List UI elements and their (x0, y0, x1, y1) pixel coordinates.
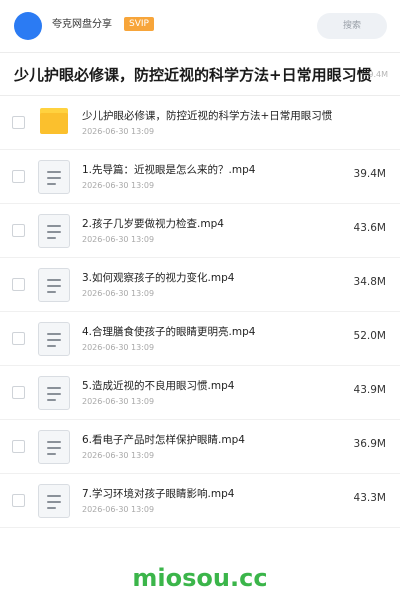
list-item-folder[interactable]: 少儿护眼必修课，防控近视的科学方法+日常用眼习惯 2026-06-30 13:0… (0, 96, 400, 150)
folder-icon (40, 108, 68, 134)
file-name: 3.如何观察孩子的视力变化.mp4 (82, 272, 235, 284)
select-checkbox[interactable] (12, 116, 25, 129)
file-date: 2026-06-30 13:09 (82, 505, 155, 514)
file-name: 2.孩子几岁要做视力检查.mp4 (82, 218, 224, 230)
file-date: 2026-06-30 13:09 (82, 127, 155, 136)
file-size: 52.0M (353, 330, 386, 342)
file-size: 36.9M (353, 438, 386, 450)
search-input[interactable] (317, 13, 387, 39)
video-file-icon (38, 484, 70, 518)
select-checkbox[interactable] (12, 386, 25, 399)
top-bar: 夸克网盘分享 SVIP (0, 0, 400, 52)
file-size: 43.6M (353, 222, 386, 234)
file-date: 2026-06-30 13:09 (82, 343, 155, 352)
file-name: 7.学习环境对孩子眼睛影响.mp4 (82, 488, 235, 500)
video-file-icon (38, 376, 70, 410)
file-name: 6.看电子产品时怎样保护眼睛.mp4 (82, 434, 245, 446)
video-file-icon (38, 214, 70, 248)
avatar[interactable] (14, 12, 42, 40)
video-file-icon (38, 160, 70, 194)
list-item[interactable]: 7.学习环境对孩子眼睛影响.mp4 2026-06-30 13:09 43.3M (0, 474, 400, 528)
file-size: 43.3M (353, 492, 386, 504)
file-date: 2026-06-30 13:09 (82, 235, 155, 244)
list-item[interactable]: 4.合理膳食使孩子的眼睛更明亮.mp4 2026-06-30 13:09 52.… (0, 312, 400, 366)
list-item[interactable]: 6.看电子产品时怎样保护眼睛.mp4 2026-06-30 13:09 36.9… (0, 420, 400, 474)
select-checkbox[interactable] (12, 332, 25, 345)
file-size: 39.4M (353, 168, 386, 180)
file-name: 4.合理膳食使孩子的眼睛更明亮.mp4 (82, 326, 256, 338)
file-size: 43.9M (353, 384, 386, 396)
file-date: 2026-06-30 13:09 (82, 397, 155, 406)
file-date: 2026-06-30 13:09 (82, 181, 155, 190)
select-checkbox[interactable] (12, 278, 25, 291)
page-title: 少儿护眼必修课，防控近视的科学方法+日常用眼习惯 (14, 66, 372, 84)
svip-badge: SVIP (124, 17, 154, 31)
file-name: 1.先导篇：近视眼是怎么来的？.mp4 (82, 164, 256, 176)
file-date: 2026-06-30 13:09 (82, 289, 155, 298)
list-item[interactable]: 5.造成近视的不良用眼习惯.mp4 2026-06-30 13:09 43.9M (0, 366, 400, 420)
select-checkbox[interactable] (12, 440, 25, 453)
user-name[interactable]: 夸克网盘分享 (52, 18, 112, 32)
watermark: miosou.cc (132, 564, 268, 592)
video-file-icon (38, 268, 70, 302)
total-size: 9.4M (368, 70, 388, 79)
list-item[interactable]: 3.如何观察孩子的视力变化.mp4 2026-06-30 13:09 34.8M (0, 258, 400, 312)
share-title-row: 少儿护眼必修课，防控近视的科学方法+日常用眼习惯 9.4M (0, 53, 400, 95)
file-name: 5.造成近视的不良用眼习惯.mp4 (82, 380, 235, 392)
file-date: 2026-06-30 13:09 (82, 451, 155, 460)
select-checkbox[interactable] (12, 494, 25, 507)
list-item[interactable]: 1.先导篇：近视眼是怎么来的？.mp4 2026-06-30 13:09 39.… (0, 150, 400, 204)
select-checkbox[interactable] (12, 224, 25, 237)
file-name: 少儿护眼必修课，防控近视的科学方法+日常用眼习惯 (82, 110, 333, 122)
select-checkbox[interactable] (12, 170, 25, 183)
video-file-icon (38, 322, 70, 356)
video-file-icon (38, 430, 70, 464)
file-size: 34.8M (353, 276, 386, 288)
list-item[interactable]: 2.孩子几岁要做视力检查.mp4 2026-06-30 13:09 43.6M (0, 204, 400, 258)
